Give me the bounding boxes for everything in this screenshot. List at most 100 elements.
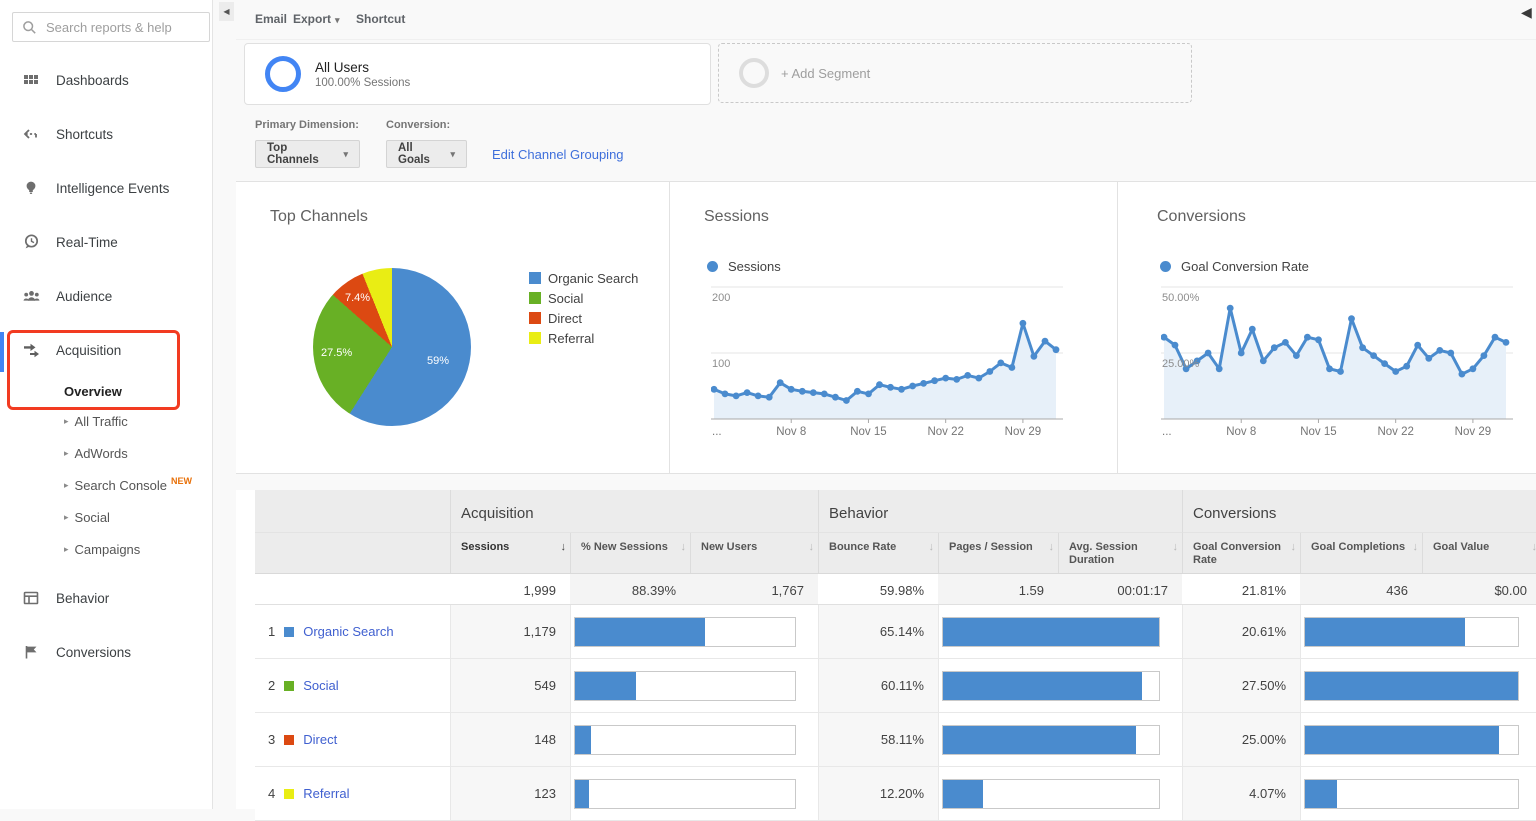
add-segment-button[interactable]: + Add Segment	[718, 43, 1192, 103]
bounce-rate-bar-cell	[938, 659, 1182, 713]
conversions-line-chart[interactable]: ...Nov 8Nov 15Nov 22Nov 2950.00%25.00%	[1161, 277, 1513, 444]
sidebar-item-intelligence-events[interactable]: Intelligence Events	[0, 161, 212, 215]
goal-rate-bar-cell	[1300, 713, 1536, 767]
sidebar-item-dashboards[interactable]: Dashboards	[0, 53, 212, 107]
email-button[interactable]: Email	[255, 12, 287, 26]
top-channels-pie-chart[interactable]: 59% 27.5% 7.4%	[313, 268, 471, 426]
people-icon	[22, 287, 42, 305]
bounce-rate-bar-cell	[938, 713, 1182, 767]
sessions-bar	[574, 671, 796, 701]
svg-text:Nov 22: Nov 22	[927, 426, 963, 438]
sidebar-item-social[interactable]: ▸Social	[0, 501, 212, 533]
column-header-goal-rate[interactable]: Goal Conversion Rate↓	[1182, 533, 1300, 573]
column-header-goal-completions[interactable]: Goal Completions↓	[1300, 533, 1422, 573]
conversion-label: Conversion:	[386, 119, 450, 131]
legend-item[interactable]: Referral	[529, 328, 638, 348]
segment-all-users[interactable]: All Users 100.00% Sessions	[244, 43, 711, 105]
svg-text:25.00%: 25.00%	[1162, 358, 1200, 370]
sessions-bar-cell	[570, 659, 818, 713]
pie-slice-label: 27.5%	[321, 347, 352, 359]
edit-channel-grouping-link[interactable]: Edit Channel Grouping	[492, 147, 624, 162]
column-header-goal-value[interactable]: Goal Value↓	[1422, 533, 1536, 573]
sessions-title: Sessions	[704, 208, 769, 226]
sessions-value: 148	[450, 713, 570, 767]
sidebar-item-behavior[interactable]: Behavior	[0, 571, 212, 625]
sessions-bar-cell	[570, 767, 818, 821]
sidebar-item-shortcuts[interactable]: Shortcuts	[0, 107, 212, 161]
sidebar-item-real-time[interactable]: Real-Time	[0, 215, 212, 269]
search-input[interactable]	[44, 19, 198, 36]
export-button[interactable]: Export▾	[293, 12, 340, 26]
totals-goal-completions: 436	[1300, 573, 1422, 605]
conversion-dropdown[interactable]: All Goals▾	[386, 140, 467, 168]
sidebar-item-search-console[interactable]: ▸Search ConsoleNEW	[0, 469, 212, 501]
row-rank: 4	[268, 786, 275, 801]
shortcuts-icon	[22, 125, 42, 143]
channels-table-panel: Acquisition Behavior Conversions Session…	[236, 490, 1536, 809]
bounce-rate-value: 65.14%	[818, 605, 938, 659]
bounce-rate-value: 12.20%	[818, 767, 938, 821]
search-box[interactable]	[12, 12, 210, 42]
legend-swatch	[529, 272, 541, 284]
conversions-legend: Goal Conversion Rate	[1160, 259, 1309, 274]
sessions-bar-cell	[570, 713, 818, 767]
column-header-avg-duration[interactable]: Avg. Session Duration↓	[1058, 533, 1182, 573]
sort-icon: ↓	[681, 541, 687, 554]
sessions-section: Sessions Sessions ...Nov 8Nov 15Nov 22No…	[670, 182, 1118, 473]
column-header-pages-session[interactable]: Pages / Session↓	[938, 533, 1058, 573]
goal-rate-bar	[1304, 779, 1519, 809]
column-header-sessions[interactable]: Sessions↓	[450, 533, 570, 573]
group-header-conversions: Conversions	[1182, 490, 1536, 533]
legend-item[interactable]: Direct	[529, 308, 638, 328]
search-icon	[22, 20, 37, 35]
sessions-line-chart[interactable]: ...Nov 8Nov 15Nov 22Nov 29200100	[711, 277, 1063, 444]
sidebar-collapse-button[interactable]: ◀	[219, 2, 234, 21]
goal-rate-bar-cell	[1300, 659, 1536, 713]
sidebar-item-conversions[interactable]: Conversions	[0, 625, 212, 679]
totals-pages-session: 1.59	[938, 573, 1058, 605]
svg-text:Nov 8: Nov 8	[1226, 426, 1256, 438]
channel-link[interactable]: Organic Search	[303, 624, 393, 639]
channels-table: Acquisition Behavior Conversions Session…	[255, 490, 1536, 821]
svg-text:...: ...	[712, 426, 722, 438]
sidebar-item-audience[interactable]: Audience	[0, 269, 212, 323]
series-dot-icon	[1160, 261, 1171, 272]
row-rank: 3	[268, 732, 275, 747]
shortcut-button[interactable]: Shortcut	[356, 12, 405, 26]
primary-dimension-dropdown[interactable]: Top Channels▾	[255, 140, 360, 168]
sidebar-nav: DashboardsShortcutsIntelligence EventsRe…	[0, 53, 212, 679]
add-segment-label: + Add Segment	[781, 66, 870, 81]
segment-title: All Users	[315, 60, 410, 75]
pie-legend: Organic SearchSocialDirectReferral	[529, 268, 638, 348]
legend-item[interactable]: Social	[529, 288, 638, 308]
channel-link[interactable]: Social	[303, 678, 338, 693]
sidebar-item-adwords[interactable]: ▸AdWords	[0, 437, 212, 469]
svg-text:100: 100	[712, 358, 730, 370]
sidebar-item-acquisition[interactable]: Acquisition	[0, 323, 212, 377]
sidebar-item-overview[interactable]: Overview	[0, 377, 212, 405]
bounce-rate-bar	[942, 671, 1160, 701]
totals-new-users: 1,767	[690, 573, 818, 605]
chevron-down-icon: ▾	[343, 149, 348, 160]
top-channels-title: Top Channels	[270, 208, 368, 226]
bounce-rate-bar-cell	[938, 605, 1182, 659]
totals-bounce-rate: 59.98%	[818, 573, 938, 605]
legend-swatch	[529, 292, 541, 304]
column-header-bounce-rate[interactable]: Bounce Rate↓	[818, 533, 938, 573]
goal-rate-bar-cell	[1300, 767, 1536, 821]
report-toolbar: Email Export▾ Shortcut	[236, 0, 1536, 40]
svg-text:Nov 22: Nov 22	[1377, 426, 1413, 438]
sidebar-item-all-traffic[interactable]: ▸All Traffic	[0, 405, 212, 437]
expand-arrow-icon: ▸	[64, 416, 69, 427]
goal-rate-bar-cell	[1300, 605, 1536, 659]
bulb-icon	[22, 179, 42, 197]
sidebar-item-campaigns[interactable]: ▸Campaigns	[0, 533, 212, 565]
column-header-new-users[interactable]: New Users↓	[690, 533, 818, 573]
bounce-rate-bar	[942, 725, 1160, 755]
channel-color-swatch	[284, 681, 294, 691]
channel-link[interactable]: Referral	[303, 786, 349, 801]
sort-desc-icon: ↓	[561, 541, 567, 554]
channel-link[interactable]: Direct	[303, 732, 337, 747]
column-header-new-sessions[interactable]: % New Sessions↓	[570, 533, 690, 573]
legend-item[interactable]: Organic Search	[529, 268, 638, 288]
